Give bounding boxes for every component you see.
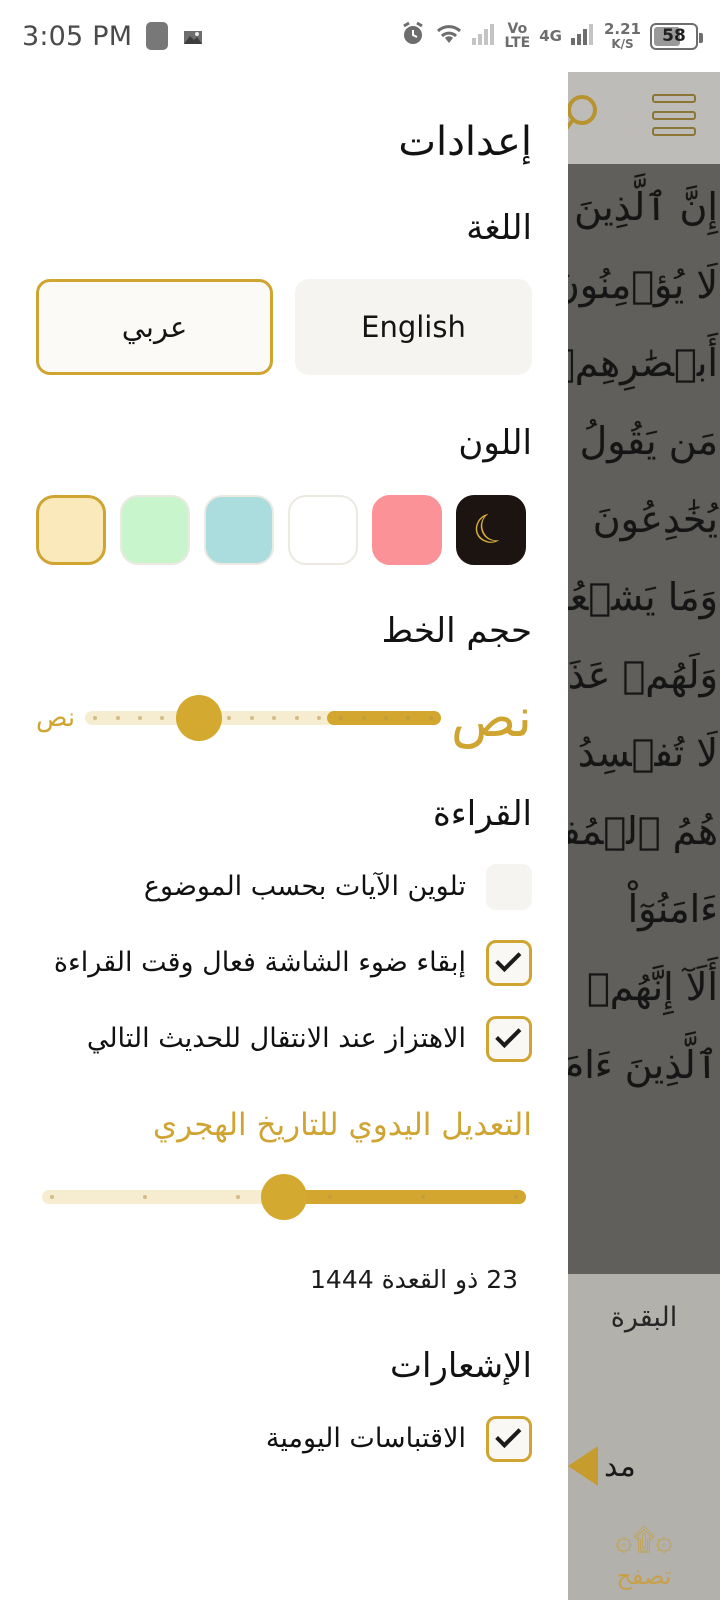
- notifications-section-title: الإشعارات: [390, 1346, 532, 1387]
- color-swatch-mint[interactable]: [120, 494, 190, 565]
- wifi-icon: [435, 22, 463, 50]
- surah-name-label: البقرة: [610, 1302, 678, 1333]
- play-label: مد: [604, 1448, 636, 1484]
- check-icon: [495, 1021, 522, 1049]
- settings-drawer: إعدادات اللغة English عربي اللون ☾ حجم ا…: [0, 72, 568, 1600]
- font-size-slider[interactable]: [85, 690, 441, 746]
- color-swatches: ☾: [36, 494, 532, 565]
- reader-bottom-panel: البقرة مد ۞۩۞ تصفح: [568, 1274, 720, 1600]
- ayah-line: هُمُ ٱلۡمُفۡسِ: [568, 809, 718, 853]
- language-section-title: اللغة: [466, 208, 532, 248]
- search-icon[interactable]: [568, 92, 612, 138]
- volte-line-2: LTE: [504, 35, 531, 51]
- reader-topbar: [568, 72, 720, 164]
- slider-thumb[interactable]: [261, 1174, 307, 1221]
- crescent-moon-icon: ☾: [465, 501, 517, 558]
- signal-bars-icon: [570, 23, 595, 49]
- hamburger-menu-icon[interactable]: [652, 94, 696, 136]
- reading-section-title: القراءة: [432, 794, 532, 835]
- browse-tab[interactable]: ۞۩۞ تصفح: [568, 1522, 720, 1590]
- play-control-row[interactable]: مد: [568, 1446, 720, 1486]
- ayah-line: ٱلَّذِينَ ءَامَ: [568, 1043, 718, 1087]
- font-size-section-title: حجم الخط: [381, 610, 532, 651]
- setting-row-daily-quotes[interactable]: الاقتباسات اليومية: [36, 1415, 532, 1462]
- network-type-label: 4G: [539, 27, 562, 45]
- menu-bar-2: [652, 110, 696, 120]
- setting-row-vibrate-next[interactable]: الاهتزاز عند الانتقال للحديث التالي: [36, 1015, 532, 1062]
- play-icon[interactable]: [568, 1446, 598, 1486]
- ayah-line: مَن يَقُولُ: [579, 419, 718, 463]
- language-options: English عربي: [36, 279, 532, 376]
- status-bar: 3:05 PM Vo LTE 4G 2.21 K/S 58: [0, 0, 720, 72]
- color-swatch-white[interactable]: [288, 494, 358, 565]
- language-option-arabic[interactable]: عربي: [36, 279, 273, 376]
- color-swatch-dark-mode[interactable]: ☾: [456, 494, 526, 565]
- check-icon: [495, 1421, 522, 1449]
- status-time: 3:05 PM: [22, 20, 133, 52]
- checkbox-verse-coloring[interactable]: [486, 863, 532, 910]
- ayah-line: ءَامَنُوٓاْ: [627, 887, 718, 931]
- volte-indicator: Vo LTE: [505, 22, 531, 50]
- volte-line-1: Vo: [507, 21, 528, 37]
- language-option-english[interactable]: English: [295, 279, 532, 376]
- quran-seal-icon: ۞۩۞: [615, 1523, 677, 1558]
- checkbox-keep-screen-on[interactable]: [486, 939, 532, 986]
- battery-icon: 58: [650, 22, 703, 50]
- alarm-clock-icon: [400, 21, 426, 51]
- font-size-small-label: نص: [36, 703, 76, 734]
- checkbox-vibrate-next[interactable]: [486, 1015, 532, 1062]
- ayah-line: لَا تُفۡسِدُ: [577, 731, 718, 775]
- quran-text-panel[interactable]: إِنَّ ٱلَّذِينَ لَا يُؤۡمِنُونَ أَبۡصَٰر…: [568, 164, 720, 1274]
- ayah-line: وَلَهُمۡ عَذَ: [568, 653, 718, 697]
- font-size-control: نص نص: [36, 690, 532, 746]
- reader-backdrop[interactable]: إِنَّ ٱلَّذِينَ لَا يُؤۡمِنُونَ أَبۡصَٰر…: [568, 72, 720, 1600]
- battery-percent-label: 58: [662, 26, 686, 46]
- page-title: إعدادات: [398, 119, 532, 165]
- ayah-line: أَبۡصَٰرِهِمۡ: [568, 341, 718, 385]
- phone-screen: إِنَّ ٱلَّذِينَ لَا يُؤۡمِنُونَ أَبۡصَٰر…: [0, 0, 720, 1600]
- ayah-line: يُخَٰدِعُونَ: [592, 497, 718, 541]
- menu-bar-1: [652, 94, 696, 103]
- ayah-line: إِنَّ ٱلَّذِينَ: [574, 185, 718, 229]
- setting-row-keep-screen-on[interactable]: إبقاء ضوء الشاشة فعال وقت القراءة: [36, 939, 532, 986]
- data-speed-unit: K/S: [611, 36, 634, 51]
- app-badge-icon: [182, 25, 204, 47]
- ayah-line: أَلَآ إِنَّهُمۡ: [586, 965, 718, 1009]
- hijri-adjust-title: التعديل اليدوي للتاريخ الهجري: [152, 1106, 532, 1143]
- status-bar-left: 3:05 PM: [22, 21, 204, 52]
- hijri-slider[interactable]: [42, 1169, 526, 1225]
- status-bar-right: Vo LTE 4G 2.21 K/S 58: [400, 19, 703, 51]
- color-swatch-pink[interactable]: [372, 494, 442, 565]
- color-swatch-cream[interactable]: [36, 494, 106, 565]
- screenshot-square-icon: [146, 22, 169, 50]
- setting-label: الاقتباسات اليومية: [265, 1422, 466, 1454]
- ayah-line: وَمَا يَشۡعُرُ: [568, 575, 718, 619]
- checkbox-daily-quotes[interactable]: [486, 1415, 532, 1462]
- color-section-title: اللون: [458, 423, 532, 464]
- data-speed-indicator: 2.21 K/S: [603, 19, 641, 51]
- check-icon: [495, 945, 522, 973]
- hijri-slider-wrapper: [36, 1169, 532, 1225]
- slider-thumb[interactable]: [175, 695, 222, 742]
- hijri-date-value: 23 ذو القعدة 1444: [310, 1265, 518, 1295]
- menu-bar-3: [652, 127, 696, 136]
- setting-label: الاهتزاز عند الانتقال للحديث التالي: [86, 1022, 466, 1054]
- ayah-line: لَا يُؤۡمِنُونَ: [568, 263, 718, 307]
- browse-label: تصفح: [616, 1562, 672, 1590]
- font-size-large-label: نص: [450, 686, 532, 750]
- setting-row-verse-coloring[interactable]: تلوين الآيات بحسب الموضوع: [36, 863, 532, 910]
- slider-ticks: [85, 711, 441, 725]
- setting-label: تلوين الآيات بحسب الموضوع: [143, 870, 466, 902]
- signal-bars-icon: [471, 23, 496, 49]
- setting-label: إبقاء ضوء الشاشة فعال وقت القراءة: [53, 946, 466, 978]
- data-speed-value: 2.21: [603, 19, 641, 38]
- color-swatch-aqua[interactable]: [204, 494, 274, 565]
